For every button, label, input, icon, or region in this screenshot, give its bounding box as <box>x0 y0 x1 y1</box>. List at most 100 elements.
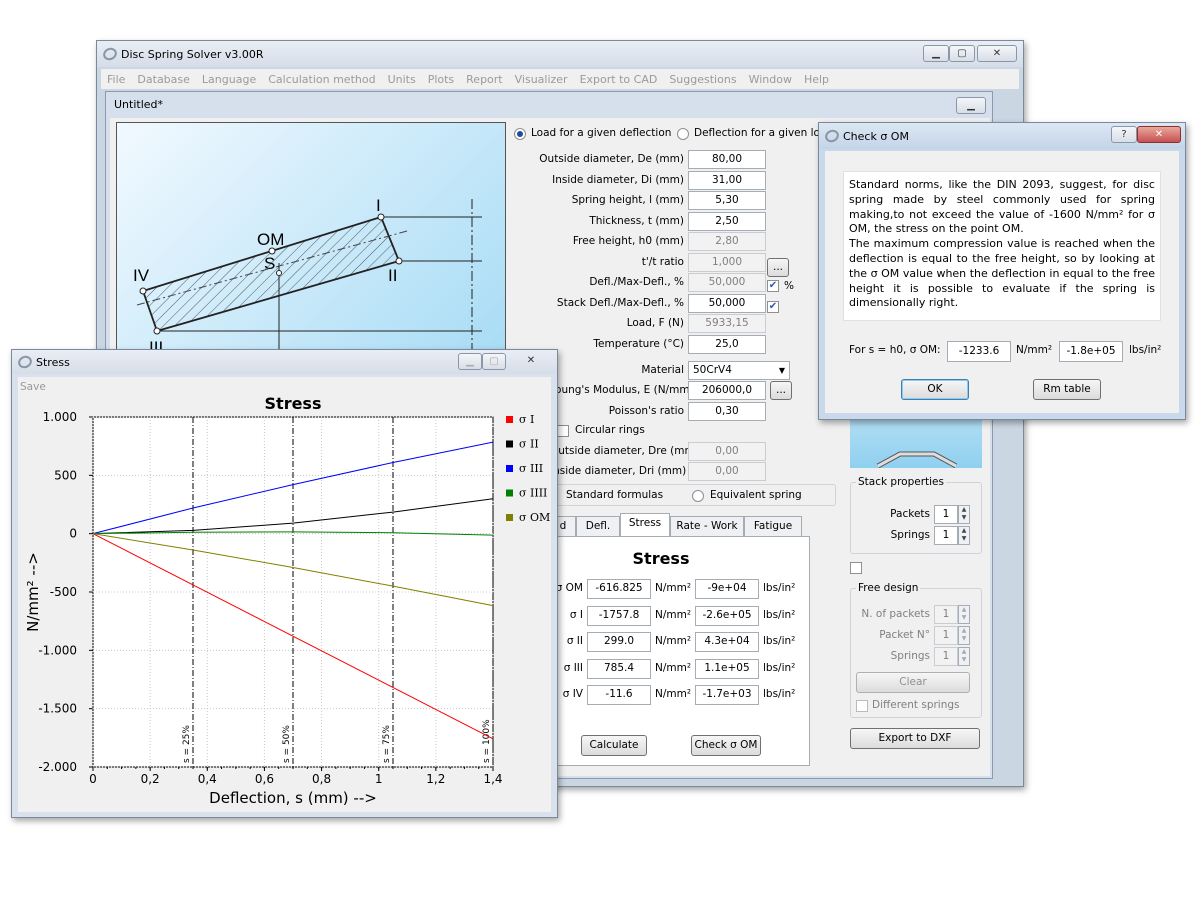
dialog-close-button[interactable]: ✕ <box>1137 126 1181 143</box>
stress-window-body: Save Stress 1.000 500 0 -500 -1.000 -1.500 -2.0… <box>18 377 551 812</box>
param-field[interactable]: 50,000 <box>688 293 766 313</box>
menu-item-database[interactable]: Database <box>131 73 196 86</box>
param-field[interactable]: 2,50 <box>688 211 766 231</box>
ok-button[interactable]: OK <box>901 379 969 400</box>
dialog-help-button[interactable]: ? <box>1111 126 1137 143</box>
material-select[interactable]: 50CrV4 ▼ <box>688 361 790 380</box>
fd-springs-field[interactable]: 1 <box>934 647 958 666</box>
rm-table-button[interactable]: Rm table <box>1033 379 1101 400</box>
menu-item-help[interactable]: Help <box>798 73 835 86</box>
main-window-title: Disc Spring Solver v3.00R <box>121 47 264 61</box>
tab-fatigue[interactable]: Fatigue <box>744 516 802 536</box>
packets-spinner[interactable]: ▲ ▼ <box>958 505 970 524</box>
menu-item-window[interactable]: Window <box>743 73 798 86</box>
y-tick-label: -1.000 <box>38 643 77 657</box>
stack-defl-checkbox[interactable]: ✔ <box>767 301 779 313</box>
stress-us-field[interactable]: -1.7e+03 <box>695 685 759 705</box>
param-field[interactable]: 1,000 <box>688 252 766 272</box>
stress-si-field[interactable]: -1757.8 <box>587 605 651 626</box>
menu-item-report[interactable]: Report <box>460 73 508 86</box>
stress-minimize-button[interactable]: ▁ <box>458 353 482 370</box>
close-button[interactable]: ✕ <box>977 45 1017 62</box>
young-button[interactable]: ... <box>770 381 792 400</box>
poisson-field[interactable]: 0,30 <box>688 402 766 421</box>
param-field[interactable]: 31,00 <box>688 170 766 190</box>
load-for-deflection-radio[interactable] <box>514 128 526 140</box>
deflection-for-load-radio[interactable] <box>677 128 689 140</box>
n-packets-spinner[interactable]: ▲ ▼ <box>958 605 970 624</box>
young-label: Young's Modulus, E (N/mm²) <box>550 384 698 396</box>
stress-us-field[interactable]: -2.6e+05 <box>695 605 759 626</box>
fd-springs-spinner[interactable]: ▲ ▼ <box>958 647 970 666</box>
stress-si-field[interactable]: 299.0 <box>587 632 651 652</box>
minimize-button[interactable]: ▁ <box>923 45 949 62</box>
packet-n-spinner[interactable]: ▲ ▼ <box>958 626 970 645</box>
point-om-label: OM <box>257 230 284 249</box>
param-field[interactable]: 25,0 <box>688 334 766 354</box>
menu-item-units[interactable]: Units <box>382 73 422 86</box>
springs-spinner[interactable]: ▲ ▼ <box>958 526 970 545</box>
legend-label: σ II <box>519 438 539 451</box>
stress-maximize-button[interactable]: ▢ <box>482 353 506 370</box>
deflection-for-load-label[interactable]: Deflection for a given load <box>694 127 833 139</box>
load-for-deflection-label[interactable]: Load for a given deflection <box>531 127 671 139</box>
menu-item-visualizer[interactable]: Visualizer <box>509 73 574 86</box>
doc-minimize-button[interactable]: ▁ <box>956 97 986 114</box>
stress-close-button[interactable]: ✕ <box>512 353 550 370</box>
save-menu[interactable]: Save <box>20 381 46 393</box>
free-design-checkbox[interactable] <box>850 562 862 574</box>
dropdown-arrow-icon: ▼ <box>778 366 785 375</box>
param-field[interactable]: 5933,15 <box>688 314 766 333</box>
different-springs-label[interactable]: Different springs <box>872 699 960 711</box>
param-field[interactable]: 80,00 <box>688 150 766 169</box>
circular-rings-label[interactable]: Circular rings <box>575 424 645 436</box>
stress-us-field[interactable]: 1.1e+05 <box>695 658 759 679</box>
result-label: For s = h0, σ OM: <box>849 344 941 356</box>
menu-item-plots[interactable]: Plots <box>422 73 460 86</box>
calculate-button[interactable]: Calculate <box>581 735 647 756</box>
param-field[interactable]: 2,80 <box>688 232 766 251</box>
defl-percent-checkbox[interactable]: ✔ <box>767 280 779 292</box>
result-us-field[interactable]: -1.8e+05 <box>1059 341 1123 362</box>
menu-item-export-to-cad[interactable]: Export to CAD <box>574 73 664 86</box>
stress-us-field[interactable]: 4.3e+04 <box>695 632 759 652</box>
springs-field[interactable]: 1 <box>934 526 958 545</box>
ring-outside-field[interactable]: 0,00 <box>688 442 766 461</box>
ring-inside-field[interactable]: 0,00 <box>688 462 766 481</box>
stress-us-field[interactable]: -9e+04 <box>695 579 759 599</box>
circular-rings-checkbox[interactable] <box>557 425 569 437</box>
menu-item-language[interactable]: Language <box>196 73 262 86</box>
menu-item-suggestions[interactable]: Suggestions <box>663 73 742 86</box>
stress-si-field[interactable]: 785.4 <box>587 658 651 679</box>
packets-field[interactable]: 1 <box>934 505 958 524</box>
stress-us-unit: lbs/in² <box>763 661 796 674</box>
stress-window-title: Stress <box>36 355 70 369</box>
clear-button[interactable]: Clear <box>856 672 970 693</box>
packets-label: Packets <box>890 508 930 520</box>
tab-rate-work[interactable]: Rate - Work <box>670 516 744 536</box>
menu-item-file[interactable]: File <box>101 73 131 86</box>
export-dxf-button[interactable]: Export to DXF <box>850 728 980 749</box>
stress-app-icon <box>16 353 34 371</box>
maximize-button[interactable]: ▢ <box>949 45 975 62</box>
young-field[interactable]: 206000,0 <box>688 381 766 400</box>
tab-defl[interactable]: Defl. <box>576 516 620 536</box>
dialog-app-icon <box>823 127 841 145</box>
stress-si-field[interactable]: -616.825 <box>587 579 651 599</box>
different-springs-checkbox[interactable] <box>856 700 868 712</box>
check-om-button[interactable]: Check σ OM <box>691 735 761 756</box>
param-field[interactable]: 50,000 <box>688 273 766 292</box>
stress-si-field[interactable]: -11.6 <box>587 685 651 705</box>
equivalent-spring-radio[interactable] <box>692 490 704 502</box>
n-packets-field[interactable]: 1 <box>934 605 958 624</box>
result-si-field[interactable]: -1233.6 <box>947 341 1011 362</box>
menu-item-calculation-method[interactable]: Calculation method <box>262 73 381 86</box>
packet-n-field[interactable]: 1 <box>934 626 958 645</box>
tab-stress[interactable]: Stress <box>620 513 670 537</box>
param-field[interactable]: 5,30 <box>688 191 766 210</box>
standard-formulas-label[interactable]: Standard formulas <box>566 489 663 501</box>
result-si-unit: N/mm² <box>1016 344 1053 356</box>
equivalent-spring-label[interactable]: Equivalent spring <box>710 489 802 501</box>
ratio-button[interactable]: ... <box>767 258 789 277</box>
free-design-title: Free design <box>856 582 921 594</box>
